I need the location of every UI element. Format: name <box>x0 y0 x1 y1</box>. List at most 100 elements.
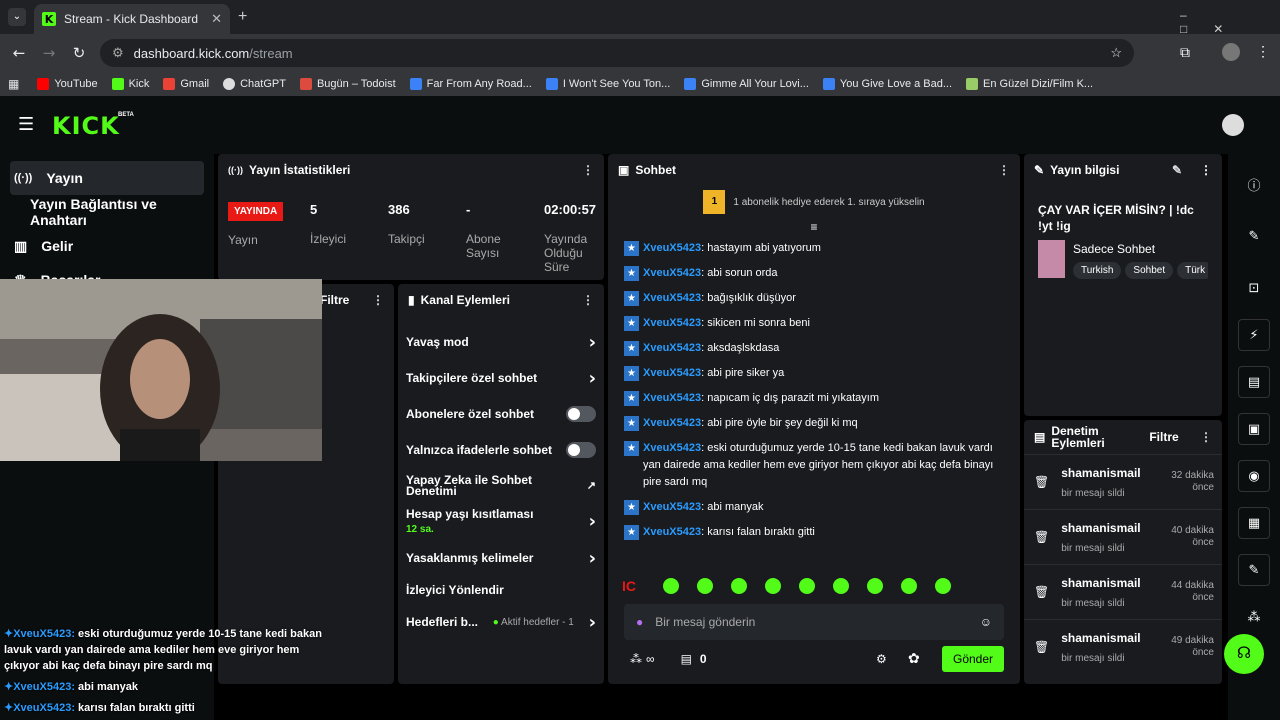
hamburger-menu-icon[interactable]: ☰ <box>18 114 34 135</box>
user-avatar[interactable] <box>1222 114 1244 136</box>
reload-icon[interactable]: ↻ <box>64 44 94 62</box>
apps-icon[interactable]: ▦ <box>8 77 19 91</box>
edit-icon[interactable]: ✎ <box>1172 163 1182 177</box>
pinned-toggle-icon[interactable]: ≡ <box>608 220 1020 234</box>
more-icon[interactable]: ⋮ <box>1200 430 1212 444</box>
chat-message[interactable]: ★ XveuX5423: sikicen mi sonra beni <box>608 315 1020 332</box>
address-bar[interactable]: ⚙ dashboard.kick.com/stream ☆ <box>100 39 1134 67</box>
emote[interactable] <box>697 578 713 594</box>
edit-icon[interactable]: ✎ <box>1238 220 1270 252</box>
chat-username[interactable]: XveuX5423 <box>643 442 701 454</box>
emote[interactable] <box>935 578 951 594</box>
subs-only-toggle[interactable] <box>566 406 596 422</box>
bookmark-gmail[interactable]: Gmail <box>163 78 209 90</box>
filter-label[interactable]: Filtre <box>320 293 349 307</box>
back-icon[interactable]: ← <box>4 44 34 62</box>
points-icon[interactable]: ⁂ <box>1238 601 1270 633</box>
chat-username[interactable]: XveuX5423 <box>643 501 701 513</box>
sidebar-item-stream-key[interactable]: Yayın Bağlantısı ve Anahtarı <box>0 195 214 229</box>
chat-message[interactable]: ★ XveuX5423: abi manyak <box>608 499 1020 516</box>
points-icon[interactable]: ⁂ <box>630 652 642 666</box>
bookmark-9[interactable]: En Güzel Dizi/Film K... <box>966 78 1093 90</box>
emoji-icon[interactable]: ☺ <box>980 615 992 629</box>
bookmark-star-icon[interactable]: ☆ <box>1110 45 1122 61</box>
redirect-viewers-row[interactable]: İzleyici Yönlendir <box>398 576 604 604</box>
chat-message[interactable]: ★ XveuX5423: eski oturduğumuz yerde 10-15… <box>608 440 1020 491</box>
broadcast-icon[interactable]: ◉ <box>1238 460 1270 492</box>
support-headset-icon[interactable]: ☊ <box>1224 634 1264 674</box>
banned-words-row[interactable]: Yasaklanmış kelimeler › <box>398 540 604 576</box>
mod-user[interactable]: shamanismail <box>1061 466 1168 480</box>
tag[interactable]: Türk <box>1177 262 1208 279</box>
chat-message[interactable]: ★ XveuX5423: bağışıklık düşüyor <box>608 290 1020 307</box>
store-icon[interactable]: ▤ <box>681 652 692 666</box>
bookmark-chatgpt[interactable]: ChatGPT <box>223 78 286 90</box>
slow-mode-row[interactable]: Yavaş mod › <box>398 324 604 360</box>
mod-filter[interactable]: Filtre <box>1149 430 1178 444</box>
chat-icon[interactable]: ▣ <box>1238 413 1270 445</box>
screenshot-icon[interactable]: ⊡ <box>1238 272 1270 304</box>
settings-icon[interactable]: ⚙ <box>876 652 887 666</box>
chat-username[interactable]: XveuX5423 <box>643 242 701 254</box>
ic-emote[interactable]: IC <box>622 578 636 594</box>
bookmark-6[interactable]: I Won't See You Ton... <box>545 78 670 90</box>
close-tab-icon[interactable]: ✕ <box>211 11 222 27</box>
emote[interactable] <box>731 578 747 594</box>
notes-icon[interactable]: ▤ <box>1238 366 1270 398</box>
chat-username[interactable]: XveuX5423 <box>643 292 701 304</box>
chat-username[interactable]: XveuX5423 <box>643 526 701 538</box>
chat-username[interactable]: XveuX5423 <box>643 417 701 429</box>
extensions-icon[interactable]: ⧉ <box>1180 44 1190 61</box>
age-restriction-row[interactable]: Hesap yaşı kısıtlaması 12 sa. › <box>398 504 604 540</box>
emote[interactable] <box>867 578 883 594</box>
chat-message[interactable]: ★ XveuX5423: hastayım abi yatıyorum <box>608 240 1020 257</box>
emote[interactable] <box>833 578 849 594</box>
goals-row[interactable]: Hedefleri b... ● Aktif hedefler - 1 › <box>398 604 604 640</box>
chat-message[interactable]: ★ XveuX5423: abi sorun orda <box>608 265 1020 282</box>
tab-search-icon[interactable]: ⌄ <box>8 8 26 26</box>
emote[interactable] <box>799 578 815 594</box>
info-icon[interactable]: ⓘ <box>1238 168 1270 200</box>
sidebar-item-yayin[interactable]: ((·)) Yayın <box>10 161 204 195</box>
tag[interactable]: Turkish <box>1073 262 1122 279</box>
site-info-icon[interactable]: ⚙ <box>112 45 124 61</box>
wrench-icon[interactable]: ✎ <box>1238 554 1270 586</box>
layout-icon[interactable]: ▦ <box>1238 507 1270 539</box>
bookmark-7[interactable]: Gimme All Your Lovi... <box>684 78 809 90</box>
emote[interactable] <box>663 578 679 594</box>
kick-logo[interactable]: KICK <box>52 112 120 140</box>
mic-icon[interactable]: ● <box>636 615 643 629</box>
chat-input[interactable]: ● Bir mesaj gönderin ☺ <box>624 604 1004 640</box>
chat-username[interactable]: XveuX5423 <box>643 367 701 379</box>
chat-message[interactable]: ★ XveuX5423: karısı falan bıraktı gitti <box>608 524 1020 541</box>
bookmark-8[interactable]: You Give Love a Bad... <box>822 78 952 90</box>
send-button[interactable]: Gönder <box>942 646 1004 672</box>
forward-icon[interactable]: → <box>34 44 64 62</box>
gift-rank-banner[interactable]: 11 abonelik hediye ederek 1. sıraya yüks… <box>608 186 1020 218</box>
more-icon[interactable]: ⋮ <box>582 163 594 177</box>
more-icon[interactable]: ⋮ <box>1200 163 1212 177</box>
chat-message[interactable]: ★ XveuX5423: abi pire siker ya <box>608 365 1020 382</box>
profile-avatar[interactable] <box>1222 43 1240 61</box>
browser-tab[interactable]: K Stream - Kick Dashboard ✕ <box>34 4 230 34</box>
tag[interactable]: Sohbet <box>1125 262 1174 279</box>
chat-username[interactable]: XveuX5423 <box>643 392 701 404</box>
chat-message[interactable]: ★ XveuX5423: aksdaşlskdasa <box>608 340 1020 357</box>
chat-message[interactable]: ★ XveuX5423: napıcam iç dış parazit mi yı… <box>608 390 1020 407</box>
chat-username[interactable]: XveuX5423 <box>643 317 701 329</box>
sidebar-item-gelir[interactable]: ▥ Gelir <box>0 229 214 263</box>
bookmark-todoist[interactable]: Bugün – Todoist <box>299 78 396 90</box>
ai-moderation-row[interactable]: Yapay Zeka ile Sohbet Denetimi ↗ <box>398 468 604 504</box>
bookmark-5[interactable]: Far From Any Road... <box>409 78 532 90</box>
more-icon[interactable]: ⋮ <box>998 163 1010 177</box>
mod-user[interactable]: shamanismail <box>1061 521 1168 535</box>
bookmark-youtube[interactable]: YouTube <box>37 78 98 90</box>
emotes-only-toggle[interactable] <box>566 442 596 458</box>
emote[interactable] <box>765 578 781 594</box>
new-tab-icon[interactable]: + <box>238 8 247 26</box>
subs-only-row[interactable]: Abonelere özel sohbet <box>398 396 604 432</box>
followers-only-row[interactable]: Takipçilere özel sohbet › <box>398 360 604 396</box>
gift-icon[interactable]: ✿ <box>908 650 920 667</box>
lightning-icon[interactable]: ⚡ <box>1238 319 1270 351</box>
browser-menu-icon[interactable]: ⋮ <box>1256 43 1270 60</box>
